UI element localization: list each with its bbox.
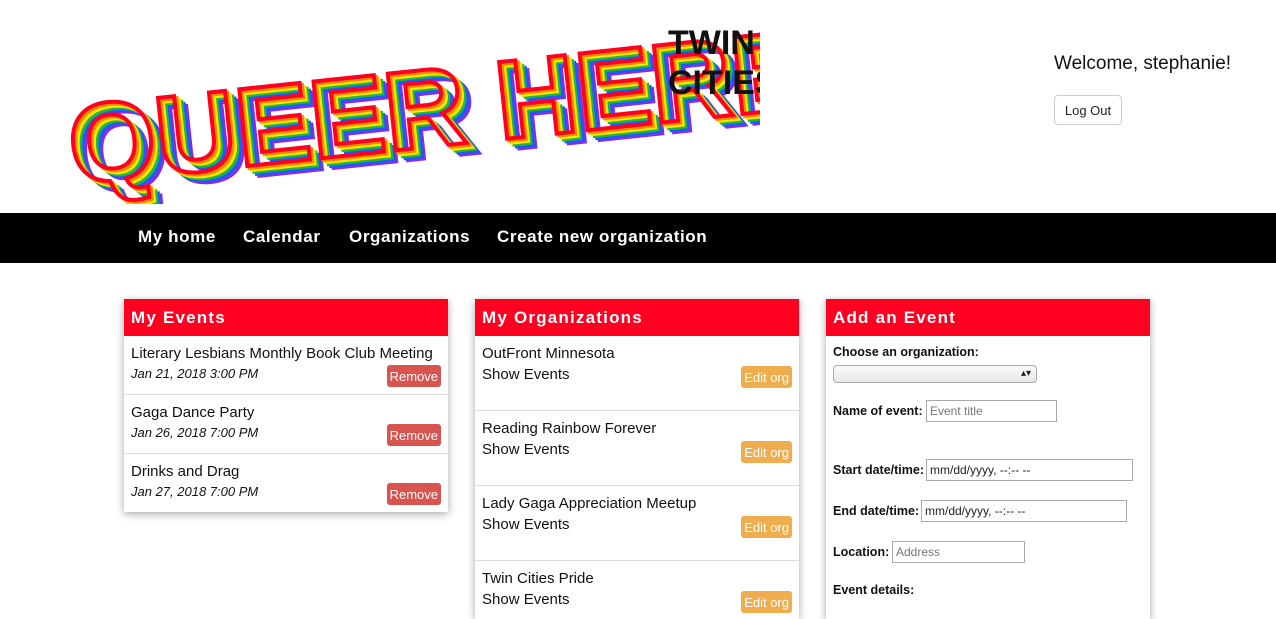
add-event-panel: Add an Event Choose an organization: ▴▾ … <box>826 299 1150 619</box>
event-title: Gaga Dance Party <box>131 404 255 421</box>
list-item: Reading Rainbow Forever Show Events Edit… <box>475 410 799 485</box>
edit-org-button[interactable]: Edit org <box>741 591 792 613</box>
show-events-link[interactable]: Show Events <box>482 441 570 458</box>
list-item: Literary Lesbians Monthly Book Club Meet… <box>124 336 448 394</box>
organizations-list: OutFront Minnesota Show Events Edit org … <box>475 336 799 619</box>
start-datetime-label: Start date/time: <box>833 463 924 477</box>
location-input[interactable] <box>892 541 1025 563</box>
add-event-title: Add an Event <box>826 299 1150 336</box>
welcome-message: Welcome, stephanie! <box>1054 53 1232 74</box>
event-title: Literary Lesbians Monthly Book Club Meet… <box>131 345 433 362</box>
logout-button[interactable]: Log Out <box>1054 95 1122 125</box>
nav-create-organization[interactable]: Create new organization <box>497 227 707 247</box>
show-events-link[interactable]: Show Events <box>482 516 570 533</box>
event-name-label: Name of event: <box>833 404 923 418</box>
edit-org-button[interactable]: Edit org <box>741 366 792 388</box>
add-event-form: Choose an organization: ▴▾ Name of event… <box>826 336 1150 619</box>
list-item: Twin Cities Pride Show Events Edit org <box>475 560 799 619</box>
organization-label: Choose an organization: <box>833 345 979 359</box>
organization-select[interactable]: ▴▾ <box>833 365 1037 383</box>
logo-sub-1: TWIN <box>668 24 755 62</box>
nav-my-home[interactable]: My home <box>138 227 216 247</box>
list-item: Lady Gaga Appreciation Meetup Show Event… <box>475 485 799 560</box>
list-item: OutFront Minnesota Show Events Edit org <box>475 336 799 410</box>
main-nav: My home Calendar Organizations Create ne… <box>0 213 1276 263</box>
my-events-title: My Events <box>124 299 448 336</box>
select-arrows-icon: ▴▾ <box>1020 368 1031 379</box>
logo-sub-2: CITIES <box>668 64 760 102</box>
end-datetime-label: End date/time: <box>833 504 920 518</box>
my-organizations-panel: My Organizations OutFront Minnesota Show… <box>475 299 799 619</box>
organization-name: Twin Cities Pride <box>482 570 594 587</box>
location-label: Location: <box>833 545 890 559</box>
nav-calendar[interactable]: Calendar <box>243 227 321 247</box>
show-events-link[interactable]: Show Events <box>482 366 570 383</box>
show-events-link[interactable]: Show Events <box>482 591 570 608</box>
list-item: Drinks and Drag Jan 27, 2018 7:00 PM Rem… <box>124 453 448 512</box>
remove-event-button[interactable]: Remove <box>386 483 441 505</box>
organization-name: OutFront Minnesota <box>482 345 615 362</box>
event-date: Jan 21, 2018 3:00 PM <box>131 366 259 381</box>
site-logo[interactable]: QUEER HERE QUEER HERE QUEER HERE QUEER HERE… <box>60 14 760 204</box>
remove-event-button[interactable]: Remove <box>386 424 441 446</box>
edit-org-button[interactable]: Edit org <box>741 441 792 463</box>
my-events-panel: My Events Literary Lesbians Monthly Book… <box>124 299 448 512</box>
start-datetime-input[interactable] <box>926 459 1133 481</box>
events-list: Literary Lesbians Monthly Book Club Meet… <box>124 336 448 512</box>
organization-name: Reading Rainbow Forever <box>482 420 657 437</box>
end-datetime-input[interactable] <box>921 500 1127 522</box>
event-title: Drinks and Drag <box>131 463 240 480</box>
my-organizations-title: My Organizations <box>475 299 799 336</box>
nav-organizations[interactable]: Organizations <box>349 227 470 247</box>
event-details-label: Event details: <box>833 583 915 597</box>
event-name-input[interactable] <box>926 400 1057 422</box>
logo-graphic: QUEER HEREQUEER HEREQUEER HEREQUEER HERE… <box>60 14 760 204</box>
remove-event-button[interactable]: Remove <box>386 365 441 387</box>
edit-org-button[interactable]: Edit org <box>741 516 792 538</box>
organization-name: Lady Gaga Appreciation Meetup <box>482 495 697 512</box>
list-item: Gaga Dance Party Jan 26, 2018 7:00 PM Re… <box>124 394 448 453</box>
event-date: Jan 27, 2018 7:00 PM <box>131 484 259 499</box>
event-date: Jan 26, 2018 7:00 PM <box>131 425 259 440</box>
